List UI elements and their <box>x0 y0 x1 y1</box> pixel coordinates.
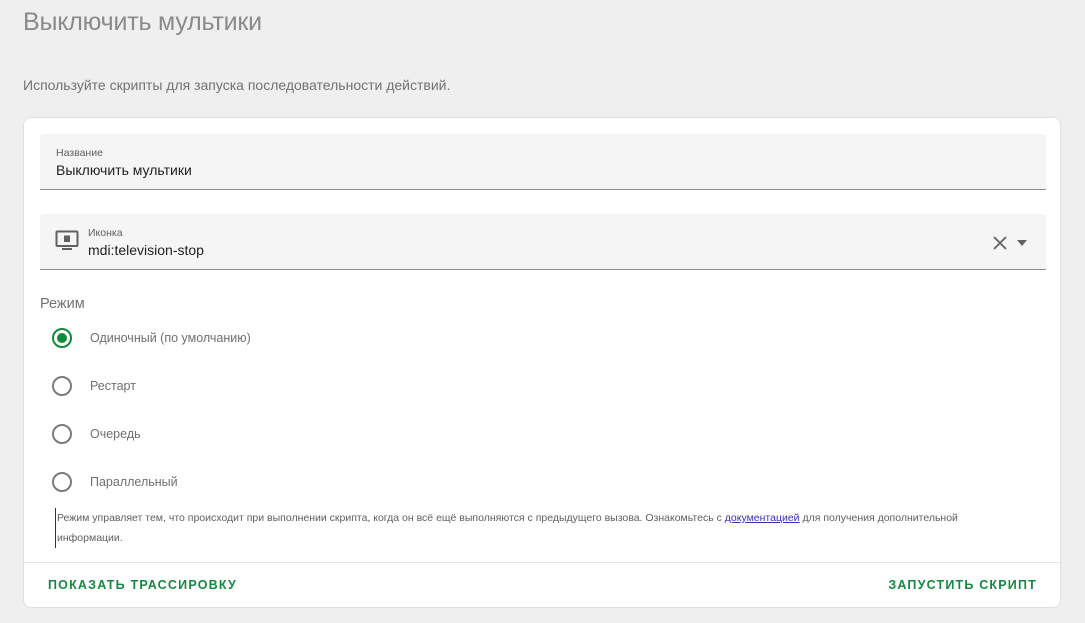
page-description: Используйте скрипты для запуска последов… <box>23 77 451 93</box>
icon-field-value[interactable]: mdi:television-stop <box>88 242 204 258</box>
script-settings-card: Название Выключить мультики Иконка mdi:t… <box>23 117 1061 608</box>
mode-option-label: Очередь <box>90 427 141 441</box>
close-icon[interactable] <box>992 235 1008 251</box>
radio-button[interactable] <box>52 472 72 492</box>
mode-option-restart[interactable]: Рестарт <box>52 374 136 398</box>
icon-field-label: Иконка <box>88 227 123 239</box>
mode-option-label: Рестарт <box>90 379 136 393</box>
card-actions-divider <box>24 562 1060 563</box>
name-field-label: Название <box>56 147 103 159</box>
name-field[interactable]: Название Выключить мультики <box>40 134 1046 190</box>
name-field-value[interactable]: Выключить мультики <box>56 162 192 178</box>
icon-picker-field[interactable]: Иконка mdi:television-stop <box>40 214 1046 270</box>
radio-button[interactable] <box>52 424 72 444</box>
caret-down-icon[interactable] <box>1016 239 1028 247</box>
mode-label: Режим <box>40 296 85 312</box>
television-stop-icon <box>55 230 79 250</box>
mode-option-queued[interactable]: Очередь <box>52 422 141 446</box>
page-title: Выключить мультики <box>23 8 262 36</box>
run-script-button[interactable]: ЗАПУСТИТЬ СКРИПТ <box>888 578 1037 592</box>
show-trace-button[interactable]: ПОКАЗАТЬ ТРАССИРОВКУ <box>48 578 237 592</box>
radio-button-checked[interactable] <box>52 328 72 348</box>
mode-option-label: Одиночный (по умолчанию) <box>90 331 251 345</box>
script-editor-page: Выключить мультики Используйте скрипты д… <box>0 0 1085 623</box>
radio-button[interactable] <box>52 376 72 396</box>
mode-option-single[interactable]: Одиночный (по умолчанию) <box>52 326 251 350</box>
helper-text-start: Режим управляет тем, что происходит при … <box>57 512 725 524</box>
mode-helper-text: Режим управляет тем, что происходит при … <box>55 508 1007 548</box>
mode-option-parallel[interactable]: Параллельный <box>52 470 178 494</box>
documentation-link[interactable]: документацией <box>725 512 800 524</box>
mode-option-label: Параллельный <box>90 475 178 489</box>
